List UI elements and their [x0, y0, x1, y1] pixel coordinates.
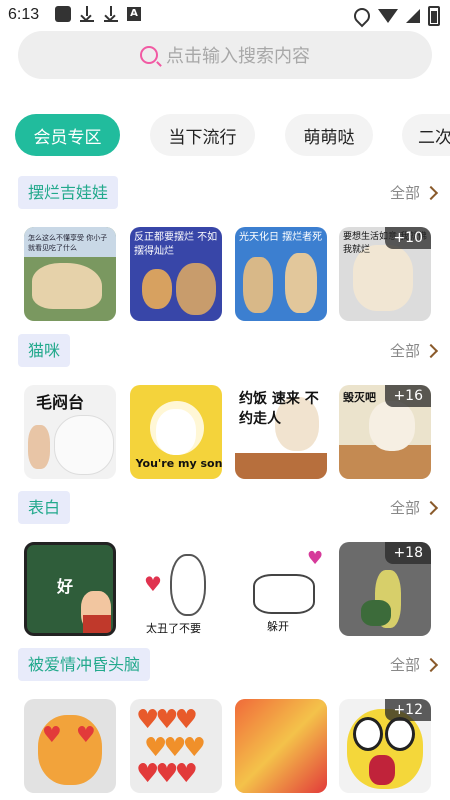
section-love-struck: 被爱情冲昏头脑 全部 ♥ ♥ ♥♥♥ ♥♥♥ ♥♥♥ +12 — [0, 648, 450, 800]
dog-shape — [285, 253, 317, 313]
heart-icon: ♥ — [307, 548, 324, 569]
table-shape — [235, 453, 327, 479]
sticker-thumb[interactable]: +12 — [339, 699, 431, 793]
sticker-caption: 反正都要摆烂 不如摆得灿烂 — [134, 232, 218, 257]
section-confession: 表白 全部 好 ♥ 太丑了不要 ♥ 躲开 +18 — [0, 491, 450, 641]
download-icon — [79, 6, 95, 22]
sticker-caption: 毛闷台 — [36, 393, 85, 412]
download-icon — [103, 6, 119, 22]
sticker-thumb[interactable]: 毛闷台 — [24, 385, 116, 479]
heart-icon: ♥ — [42, 723, 62, 748]
cat-shape — [54, 415, 114, 475]
sticker-caption: 怎么这么不懂享受 你小子就看见吃了什么 — [28, 234, 108, 252]
chevron-right-icon — [423, 343, 439, 358]
blur-face — [235, 699, 327, 793]
sticker-thumb[interactable]: 约饭 速来 不约走人 — [235, 385, 327, 479]
see-all-label: 全部 — [389, 342, 420, 360]
sticker-caption: 好 — [57, 577, 74, 596]
section-lazy-chihuahua: 摆烂吉娃娃 全部 怎么这么不懂享受 你小子就看见吃了什么 反正都要摆烂 不如摆得… — [0, 176, 450, 326]
sticker-thumb[interactable]: ♥ ♥ — [24, 699, 116, 793]
chevron-right-icon — [423, 500, 439, 515]
heart-icon: ♥ — [144, 572, 162, 596]
more-count-badge: +18 — [385, 542, 431, 564]
section-title: 被爱情冲昏头脑 — [18, 648, 151, 681]
wifi-icon — [378, 9, 398, 23]
signal-icon — [406, 9, 420, 23]
character-shape — [170, 554, 206, 616]
sticker-thumb[interactable]: ♥ 躲开 — [235, 542, 327, 636]
leaf-shape — [361, 600, 391, 626]
sticker-caption: 约饭 速来 不约走人 — [239, 391, 319, 427]
heart-icon: ♥♥♥ — [136, 759, 198, 789]
sticker-thumb[interactable]: 要想生活如意 我就佛 我就烂 +10 — [339, 227, 431, 321]
heart-icon: ♥ — [76, 723, 96, 748]
section-title: 摆烂吉娃娃 — [18, 176, 119, 209]
see-all-link[interactable]: 全部 — [389, 654, 439, 675]
a-letter-icon: A — [127, 7, 141, 21]
more-count-badge: +12 — [385, 699, 431, 721]
tab-cute[interactable]: 萌萌哒 — [285, 114, 373, 156]
sticker-thumb[interactable]: 反正都要摆烂 不如摆得灿烂 — [130, 227, 222, 321]
sticker-caption: 毁灭吧 — [343, 391, 376, 404]
dog-shape — [176, 263, 216, 315]
cat-shape — [369, 401, 415, 451]
mouth-shape — [369, 755, 395, 785]
sticker-thumb[interactable]: 光天化日 摆烂者死 — [235, 227, 327, 321]
eye-shape — [353, 717, 383, 751]
hand-shape — [28, 425, 50, 469]
sticker-thumb[interactable]: You're my son — [130, 385, 222, 479]
character-shape — [253, 574, 315, 614]
cat-shape — [156, 409, 196, 455]
see-all-label: 全部 — [389, 656, 420, 674]
see-all-link[interactable]: 全部 — [389, 340, 439, 361]
app-notification-icon — [55, 6, 71, 22]
sticker-thumb[interactable]: ♥♥♥ ♥♥♥ ♥♥♥ — [130, 699, 222, 793]
sticker-thumb[interactable]: +18 — [339, 542, 431, 636]
heart-icon: ♥♥♥ — [144, 733, 206, 763]
see-all-label: 全部 — [389, 184, 420, 202]
status-bar: 6:13 A — [0, 0, 450, 30]
category-tabs: 会员专区 当下流行 萌萌哒 二次 — [15, 114, 450, 156]
see-all-link[interactable]: 全部 — [389, 182, 439, 203]
location-icon — [350, 4, 374, 28]
tab-trending[interactable]: 当下流行 — [150, 114, 255, 156]
tab-member-zone[interactable]: 会员专区 — [15, 114, 120, 156]
chevron-right-icon — [423, 657, 439, 672]
section-title: 表白 — [18, 491, 71, 524]
sticker-thumb[interactable]: ♥ 太丑了不要 — [130, 542, 222, 636]
status-time: 6:13 — [8, 6, 40, 23]
see-all-link[interactable]: 全部 — [389, 497, 439, 518]
sticker-caption: 太丑了不要 — [146, 622, 201, 635]
section-title: 猫咪 — [18, 334, 71, 367]
sticker-caption: You're my son — [135, 457, 222, 470]
search-placeholder: 点击输入搜索内容 — [166, 46, 310, 67]
sticker-thumb[interactable]: 毁灭吧 +16 — [339, 385, 431, 479]
tab-anime[interactable]: 二次 — [402, 114, 450, 156]
chevron-right-icon — [423, 185, 439, 200]
search-bar[interactable]: 点击输入搜索内容 — [18, 31, 432, 79]
sticker-thumb[interactable] — [235, 699, 327, 793]
sticker-thumb[interactable]: 怎么这么不懂享受 你小子就看见吃了什么 — [24, 227, 116, 321]
battery-icon — [428, 6, 440, 26]
eye-shape — [385, 717, 415, 751]
shirt-shape — [83, 615, 111, 633]
dog-shape — [142, 269, 172, 309]
search-icon — [140, 46, 158, 64]
system-icons — [350, 4, 440, 28]
dog-shape — [32, 263, 102, 309]
section-cats: 猫咪 全部 毛闷台 You're my son 约饭 速来 不约走人 毁灭吧 +… — [0, 334, 450, 484]
more-count-badge: +10 — [385, 227, 431, 249]
see-all-label: 全部 — [389, 499, 420, 517]
more-count-badge: +16 — [385, 385, 431, 407]
sticker-caption: 躲开 — [267, 620, 289, 633]
sticker-caption: 光天化日 摆烂者死 — [239, 232, 323, 243]
sticker-thumb[interactable]: 好 — [24, 542, 116, 636]
dog-shape — [243, 257, 273, 313]
notification-icons: A — [55, 6, 141, 22]
heart-icon: ♥♥♥ — [136, 705, 198, 735]
